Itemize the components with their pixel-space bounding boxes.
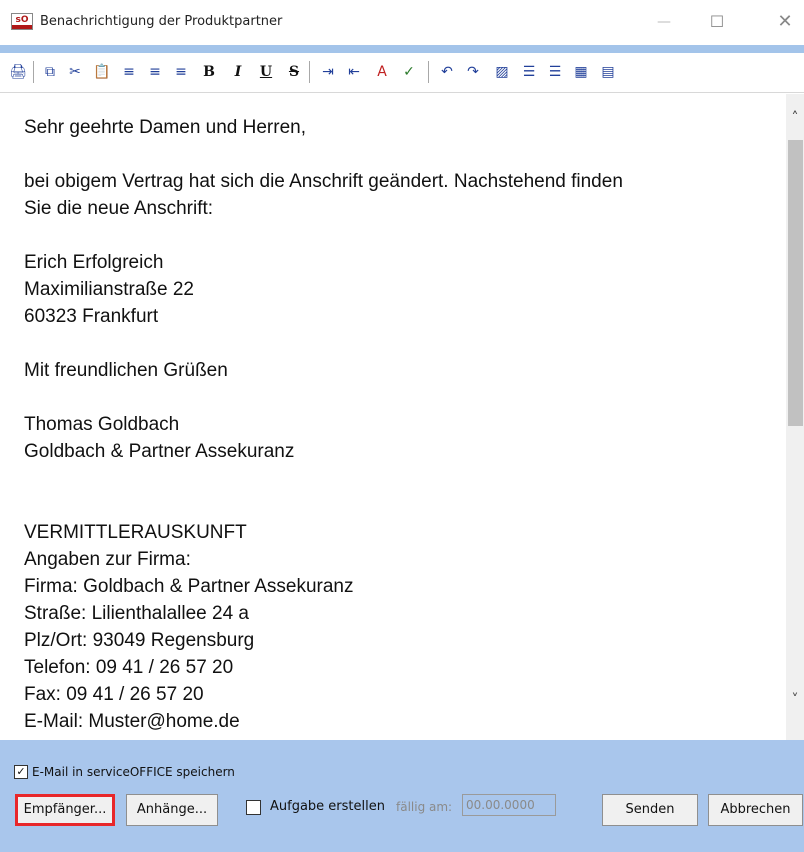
close-icon[interactable]: ✕	[771, 10, 799, 34]
strikethrough-icon[interactable]: S	[284, 62, 304, 82]
cancel-button[interactable]: Abbrechen	[708, 794, 803, 826]
bold-icon[interactable]: B	[199, 62, 219, 82]
spellcheck-icon[interactable]: ✓	[399, 62, 419, 82]
body-line: Angaben zur Firma:	[24, 549, 191, 570]
body-line: Fax: 09 41 / 26 57 20	[24, 684, 204, 705]
undo-icon[interactable]: ↶	[437, 62, 457, 82]
insert-image-icon[interactable]: ▨	[492, 62, 512, 82]
body-line: bei obigem Vertrag hat sich die Anschrif…	[24, 171, 623, 192]
redo-icon[interactable]: ↷	[463, 62, 483, 82]
body-line	[24, 492, 623, 519]
scroll-down-icon[interactable]: ˅	[786, 692, 804, 710]
body-line: Firma: Goldbach & Partner Assekuranz	[24, 576, 354, 597]
numbered-list-icon[interactable]: ☰	[519, 62, 539, 82]
app-icon: sO	[11, 13, 33, 30]
create-task-label[interactable]: Aufgabe erstellen	[270, 799, 385, 814]
send-button[interactable]: Senden	[602, 794, 698, 826]
message-body[interactable]: Sehr geehrte Damen und Herren, bei obige…	[24, 114, 623, 735]
body-line	[24, 384, 623, 411]
action-panel: ✓ E-Mail in serviceOFFICE speichern Empf…	[0, 740, 804, 852]
vertical-scrollbar[interactable]: ˄ ˅	[786, 94, 804, 740]
body-line: Telefon: 09 41 / 26 57 20	[24, 657, 234, 678]
formatting-toolbar: 🖨 ⧉ ✂ 📋 ≡ ≡ ≡ B I U S ⇥ ⇤ A ✓ ↶ ↷ ▨ ☰ ☰ …	[0, 53, 804, 93]
underline-icon[interactable]: U	[256, 62, 276, 82]
body-line: Sehr geehrte Damen und Herren,	[24, 117, 306, 138]
toolbar-separator	[309, 61, 310, 83]
body-line	[24, 141, 623, 168]
body-line: Erich Erfolgreich	[24, 252, 164, 273]
indent-icon[interactable]: ⇥	[318, 62, 338, 82]
paste-icon[interactable]: 📋	[92, 62, 112, 82]
title-bar: sO Benachrichtigung der Produktpartner —…	[0, 0, 804, 45]
font-color-icon[interactable]: A	[372, 62, 392, 82]
scroll-thumb[interactable]	[788, 140, 803, 426]
dialog-window: sO Benachrichtigung der Produktpartner —…	[0, 0, 804, 852]
maximize-icon[interactable]: ☐	[703, 10, 731, 34]
italic-icon[interactable]: I	[228, 62, 248, 82]
align-left-icon[interactable]: ≡	[119, 62, 139, 82]
save-email-checkbox[interactable]: ✓	[14, 765, 28, 779]
align-center-icon[interactable]: ≡	[145, 62, 165, 82]
bullet-list-icon[interactable]: ☰	[545, 62, 565, 82]
body-line: Plz/Ort: 93049 Regensburg	[24, 630, 255, 651]
body-line	[24, 222, 623, 249]
due-date-field[interactable]: 00.00.0000	[462, 794, 556, 816]
body-line: Maximilianstraße 22	[24, 279, 194, 300]
minimize-icon[interactable]: —	[650, 10, 678, 34]
save-email-label[interactable]: E-Mail in serviceOFFICE speichern	[32, 765, 235, 779]
recipients-button[interactable]: Empfänger...	[15, 794, 115, 826]
toolbar-separator	[33, 61, 34, 83]
body-line	[24, 465, 623, 492]
outdent-icon[interactable]: ⇤	[344, 62, 364, 82]
body-line: Sie die neue Anschrift:	[24, 198, 214, 219]
body-line: Mit freundlichen Grüßen	[24, 360, 228, 381]
message-editor[interactable]: Sehr geehrte Damen und Herren, bei obige…	[0, 94, 786, 740]
due-date-label: fällig am:	[396, 800, 453, 814]
title-accent-bar	[0, 45, 804, 53]
body-line: VERMITTLERAUSKUNFT	[24, 522, 247, 543]
body-line: Thomas Goldbach	[24, 414, 180, 435]
body-line: 60323 Frankfurt	[24, 306, 159, 327]
body-line: Straße: Lilienthalallee 24 a	[24, 603, 249, 624]
body-line	[24, 330, 623, 357]
cut-icon[interactable]: ✂	[65, 62, 85, 82]
scroll-up-icon[interactable]: ˄	[786, 110, 804, 128]
align-right-icon[interactable]: ≡	[171, 62, 191, 82]
toolbar-separator	[428, 61, 429, 83]
body-line: E-Mail: Muster@home.de	[24, 711, 240, 732]
create-task-checkbox[interactable]	[246, 800, 261, 815]
horizontal-rule-icon[interactable]: ▤	[598, 62, 618, 82]
window-title: Benachrichtigung der Produktpartner	[40, 14, 283, 29]
print-icon[interactable]: 🖨	[8, 62, 28, 82]
table-icon[interactable]: ▦	[571, 62, 591, 82]
attachments-button[interactable]: Anhänge...	[126, 794, 218, 826]
copy-icon[interactable]: ⧉	[40, 62, 60, 82]
body-line: Goldbach & Partner Assekuranz	[24, 441, 295, 462]
